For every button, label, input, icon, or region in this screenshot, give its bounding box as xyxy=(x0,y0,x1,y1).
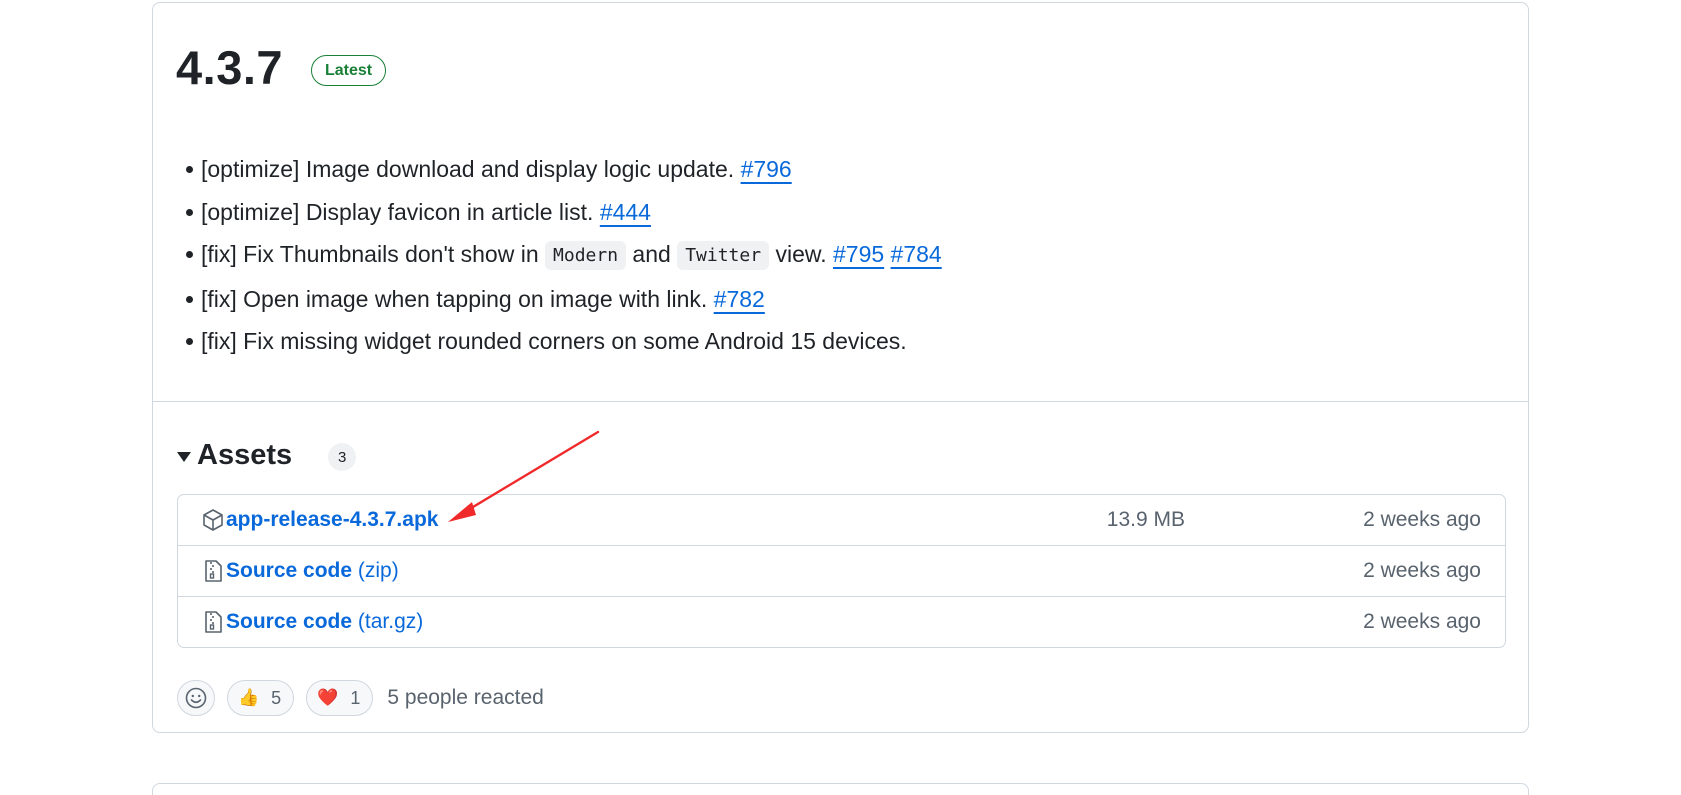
issue-link[interactable]: #796 xyxy=(741,156,792,182)
latest-badge: Latest xyxy=(311,55,387,86)
add-reaction-button[interactable] xyxy=(177,680,215,716)
asset-row: app-release-4.3.7.apk 13.9 MB 2 weeks ag… xyxy=(178,495,1505,545)
triangle-down-icon xyxy=(177,451,191,462)
package-icon xyxy=(203,509,223,531)
note-item: [optimize] Display favicon in article li… xyxy=(186,191,942,234)
issue-link[interactable]: #782 xyxy=(714,286,765,312)
reactions-summary: 5 people reacted xyxy=(387,686,544,709)
note-text: and xyxy=(626,241,678,267)
assets-title: Assets xyxy=(197,439,293,471)
note-item: [fix] Fix Thumbnails don't show in Moder… xyxy=(186,233,942,278)
note-item: [fix] Fix missing widget rounded corners… xyxy=(186,320,942,363)
heart-reaction[interactable]: ❤️ 1 xyxy=(306,680,374,716)
page: 4.3.7 Latest [optimize] Image download a… xyxy=(0,0,1681,795)
asset-row: Source code (zip) 2 weeks ago xyxy=(178,545,1505,596)
source-targz-link[interactable]: Source code (tar.gz) xyxy=(226,610,423,634)
asset-date: 2 weeks ago xyxy=(1363,610,1481,633)
note-text: [optimize] Display favicon in article li… xyxy=(201,198,600,225)
reaction-count: 5 xyxy=(271,687,282,708)
asset-download-link[interactable]: app-release-4.3.7.apk xyxy=(226,508,438,532)
source-zip-link[interactable]: Source code (zip) xyxy=(226,559,399,583)
asset-list: app-release-4.3.7.apk 13.9 MB 2 weeks ag… xyxy=(177,494,1506,648)
note-item: [fix] Open image when tapping on image w… xyxy=(186,278,942,321)
note-text: view. xyxy=(769,241,833,267)
thumbs-up-icon: 👍 xyxy=(238,688,260,707)
divider xyxy=(153,401,1528,402)
assets-toggle[interactable]: Assets 3 xyxy=(177,435,357,475)
note-text: [optimize] Image download and display lo… xyxy=(201,156,741,182)
release-body: 4.3.7 Latest [optimize] Image download a… xyxy=(153,3,1528,401)
asset-suffix: (tar.gz) xyxy=(357,610,424,633)
smiley-icon xyxy=(185,687,207,709)
issue-link[interactable]: #784 xyxy=(891,241,942,267)
file-zip-icon xyxy=(205,560,222,582)
release-title[interactable]: 4.3.7 xyxy=(176,37,283,99)
asset-date: 2 weeks ago xyxy=(1363,508,1481,531)
reaction-count: 1 xyxy=(350,687,361,708)
file-zip-icon xyxy=(205,611,222,633)
asset-name: Source code xyxy=(226,559,353,582)
release-notes: [optimize] Image download and display lo… xyxy=(177,148,942,363)
release-card: 4.3.7 Latest [optimize] Image download a… xyxy=(152,2,1529,733)
heart-icon: ❤️ xyxy=(317,688,339,707)
reactions-bar: 👍 5 ❤️ 1 5 people reacted xyxy=(177,679,544,717)
note-text: [fix] Fix Thumbnails don't show in xyxy=(201,241,546,267)
note-text: [fix] Open image when tapping on image w… xyxy=(201,285,714,312)
inline-code: Modern xyxy=(545,241,627,270)
asset-date: 2 weeks ago xyxy=(1363,559,1481,582)
note-item: [optimize] Image download and display lo… xyxy=(186,148,942,191)
next-release-card xyxy=(152,783,1529,795)
asset-name: app-release-4.3.7.apk xyxy=(226,508,439,531)
note-text: [fix] Fix missing widget rounded corners… xyxy=(201,328,907,354)
asset-suffix: (zip) xyxy=(357,559,399,582)
issue-link[interactable]: #795 xyxy=(833,241,884,267)
asset-name: Source code xyxy=(226,610,353,633)
asset-row: Source code (tar.gz) 2 weeks ago xyxy=(178,596,1505,647)
asset-size: 13.9 MB xyxy=(1106,508,1185,531)
inline-code: Twitter xyxy=(677,241,770,270)
issue-link[interactable]: #444 xyxy=(600,199,651,225)
thumbs-up-reaction[interactable]: 👍 5 xyxy=(227,680,295,716)
assets-count-badge: 3 xyxy=(328,443,357,471)
